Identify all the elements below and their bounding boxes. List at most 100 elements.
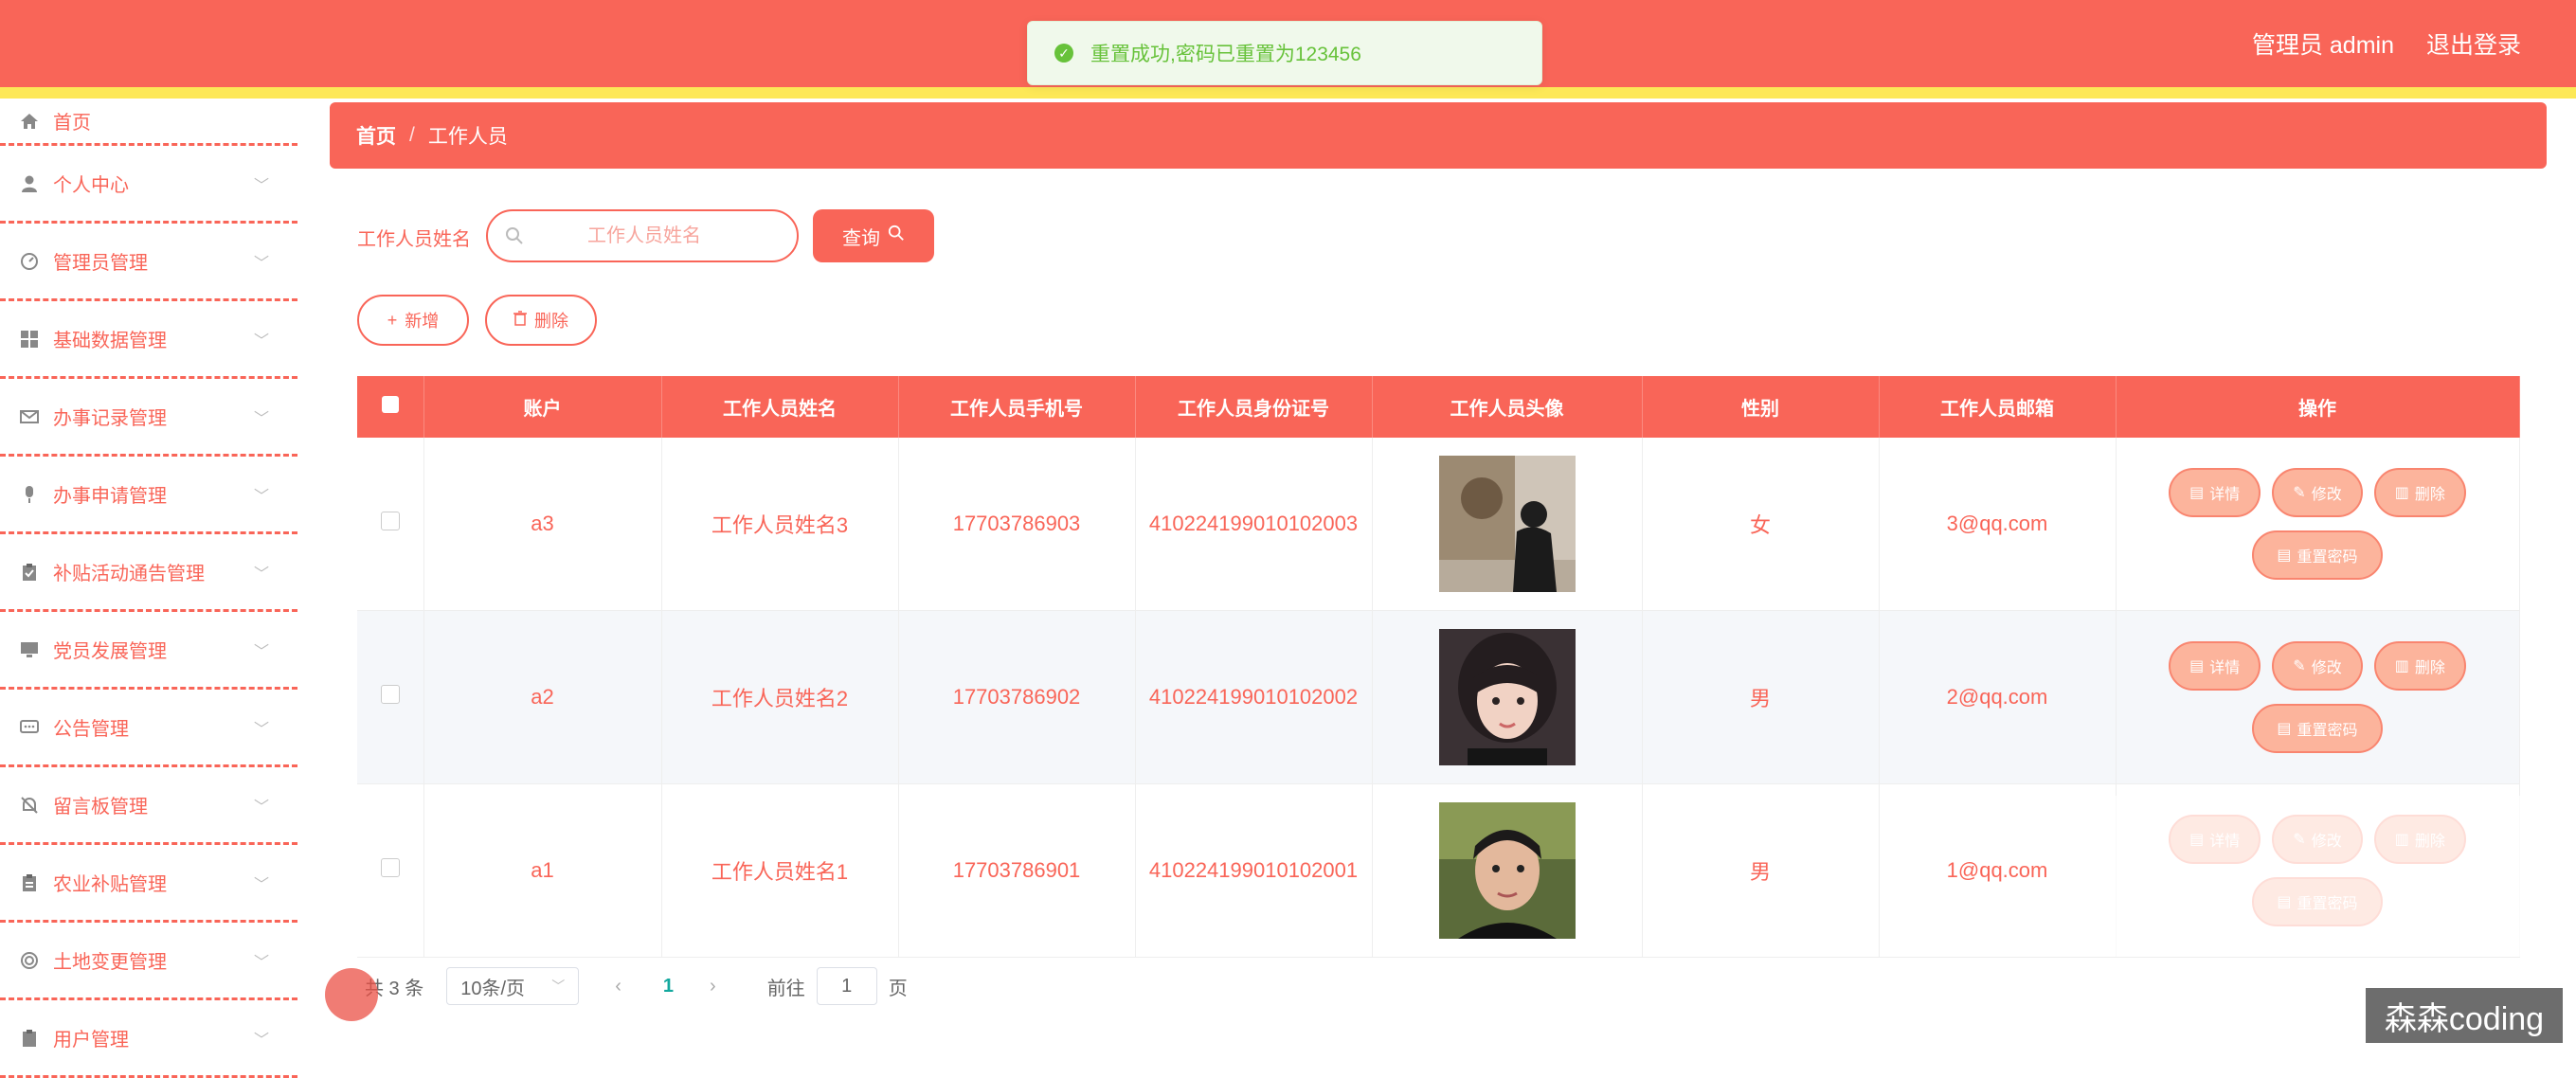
sidebar-item-affairs-record[interactable]: 办事记录管理 ﹀ — [0, 379, 297, 457]
sidebar-item-subsidy-notice[interactable]: 补贴活动通告管理 ﹀ — [0, 534, 297, 612]
cell-name: 工作人员姓名1 — [661, 783, 899, 958]
staff-avatar-image[interactable] — [1438, 629, 1576, 765]
chevron-down-icon: ﹀ — [253, 332, 269, 350]
success-toast: ✓ 重置成功,密码已重置为123456 — [1027, 21, 1542, 85]
document-icon: ▤ — [2277, 721, 2292, 737]
next-page-button[interactable]: › — [710, 976, 716, 997]
reset-password-button[interactable]: ▤ 重置密码 — [2252, 530, 2383, 580]
staff-avatar-image[interactable] — [1438, 802, 1576, 939]
cell-account: a2 — [423, 610, 662, 784]
column-header: 性别 — [1642, 376, 1880, 438]
bell-off-icon — [19, 795, 40, 816]
breadcrumb-separator: / — [409, 124, 415, 146]
edit-button[interactable]: ✎ 修改 — [2272, 641, 2363, 691]
detail-button[interactable]: ▤详情 — [2169, 468, 2261, 517]
sidebar-item-home[interactable]: 首页 — [0, 99, 297, 146]
cell-email: 1@qq.com — [1879, 783, 2117, 958]
logout-link[interactable]: 退出登录 — [2426, 27, 2521, 61]
chevron-down-icon: ﹀ — [253, 643, 269, 660]
breadcrumb-home[interactable]: 首页 — [356, 121, 396, 150]
document-icon: ▤ — [2189, 658, 2205, 674]
search-icon — [888, 225, 905, 247]
sidebar-item-announcement[interactable]: 公告管理 ﹀ — [0, 690, 297, 767]
row-checkbox[interactable] — [380, 685, 400, 704]
delete-label: 删除 — [2414, 660, 2445, 676]
sidebar-item-basic-data[interactable]: 基础数据管理 ﹀ — [0, 301, 297, 379]
cell-actions: ▤详情 ✎修改 ▥删除 ▤ 重置密码 — [2116, 610, 2520, 784]
batch-delete-button[interactable]: 删除 — [485, 295, 597, 346]
check-circle-icon: ✓ — [1054, 44, 1073, 63]
search-field[interactable] — [486, 209, 799, 262]
sidebar-item-label: 用户管理 — [53, 1030, 129, 1051]
admin-label[interactable]: 管理员 admin — [2252, 27, 2394, 61]
staff-avatar-image[interactable] — [1438, 456, 1576, 592]
page-size-select[interactable]: 10条/页 ﹀ — [446, 967, 580, 1005]
prev-page-button[interactable]: ‹ — [615, 976, 621, 997]
chevron-down-icon: ﹀ — [253, 177, 269, 194]
delete-button[interactable]: ▥ 删除 — [2373, 641, 2466, 691]
chevron-down-icon: ﹀ — [253, 876, 269, 893]
detail-button[interactable]: ▤详情 — [2169, 641, 2261, 691]
select-all-checkbox[interactable] — [381, 395, 399, 413]
clipboard-check-icon — [19, 562, 40, 583]
plus-icon: + — [387, 310, 398, 330]
sidebar-item-affairs-apply[interactable]: 办事申请管理 ﹀ — [0, 457, 297, 534]
target-icon — [19, 950, 40, 971]
add-button-label: 新增 — [405, 312, 440, 331]
cell-phone: 17703786903 — [898, 438, 1136, 611]
reset-password-label: 重置密码 — [2297, 549, 2358, 566]
sidebar-item-profile[interactable]: 个人中心 ﹀ — [0, 146, 297, 224]
cell-actions: ▤详情 ✎ 修改 ▥删除 ▤重置密码 — [2116, 438, 2520, 611]
query-button[interactable]: 查询 — [813, 209, 934, 262]
column-header: 工作人员邮箱 — [1879, 376, 2117, 438]
edit-button[interactable]: ✎ 修改 — [2272, 468, 2363, 517]
add-button[interactable]: + 新增 — [357, 295, 469, 346]
delete-button[interactable]: ▥ 删除 — [2373, 468, 2466, 517]
edit-label: 修改 — [2311, 660, 2342, 676]
reset-password-button[interactable]: ▤ 重置密码 — [2252, 704, 2383, 753]
row-checkbox[interactable] — [380, 512, 400, 530]
goto-page-input[interactable] — [816, 967, 877, 1005]
top-right-menu: 管理员 admin 退出登录 — [2252, 27, 2521, 61]
column-header: 工作人员手机号 — [898, 376, 1136, 438]
trash-icon — [513, 310, 527, 331]
column-header: 账户 — [423, 376, 662, 438]
cell-gender: 男 — [1642, 610, 1880, 784]
edit-label: 修改 — [2311, 487, 2342, 503]
current-page[interactable]: 1 — [663, 976, 674, 997]
cell-name: 工作人员姓名3 — [661, 438, 899, 611]
chevron-down-icon: ﹀ — [253, 255, 269, 272]
batch-delete-label: 删除 — [534, 312, 568, 331]
clipboard-icon — [19, 1028, 40, 1049]
sidebar-item-label: 公告管理 — [53, 719, 129, 740]
sidebar: 首页 个人中心 ﹀ 管理员管理 ﹀ 基础数据管理 ﹀ 办事记录管理 ﹀ 办事申请… — [0, 99, 297, 1078]
chevron-down-icon: ﹀ — [253, 799, 269, 816]
fade-overlay — [2084, 796, 2520, 957]
row-checkbox[interactable] — [380, 858, 400, 877]
home-icon — [19, 111, 40, 132]
column-header: 工作人员身份证号 — [1135, 376, 1373, 438]
toast-message: 重置成功,密码已重置为123456 — [1090, 44, 1361, 65]
sidebar-item-label: 土地变更管理 — [53, 952, 167, 973]
sidebar-item-land-change[interactable]: 土地变更管理 ﹀ — [0, 923, 297, 1000]
pencil-icon: ✎ — [2293, 485, 2306, 501]
sidebar-item-users[interactable]: 用户管理 ﹀ — [0, 1000, 297, 1078]
sidebar-item-agri-subsidy[interactable]: 农业补贴管理 ﹀ — [0, 845, 297, 923]
reset-password-label: 重置密码 — [2297, 723, 2358, 739]
sidebar-item-label: 管理员管理 — [53, 253, 148, 274]
sidebar-item-label: 党员发展管理 — [53, 641, 167, 662]
clipboard-icon — [19, 872, 40, 893]
breadcrumb: 首页 / 工作人员 — [330, 102, 2547, 169]
cell-avatar — [1372, 610, 1643, 784]
search-input[interactable] — [524, 224, 765, 248]
sidebar-item-party-member[interactable]: 党员发展管理 ﹀ — [0, 612, 297, 690]
chevron-down-icon: ﹀ — [253, 721, 269, 738]
column-header: 工作人员姓名 — [661, 376, 899, 438]
cell-avatar — [1372, 438, 1643, 611]
trash-icon: ▥ — [2394, 485, 2409, 501]
sidebar-item-admin[interactable]: 管理员管理 ﹀ — [0, 224, 297, 301]
sidebar-item-message-board[interactable]: 留言板管理 ﹀ — [0, 767, 297, 845]
cell-phone: 17703786901 — [898, 783, 1136, 958]
sidebar-item-label: 补贴活动通告管理 — [53, 564, 205, 584]
table-row: a2 工作人员姓名2 17703786902 41022419901010200… — [357, 610, 2520, 784]
